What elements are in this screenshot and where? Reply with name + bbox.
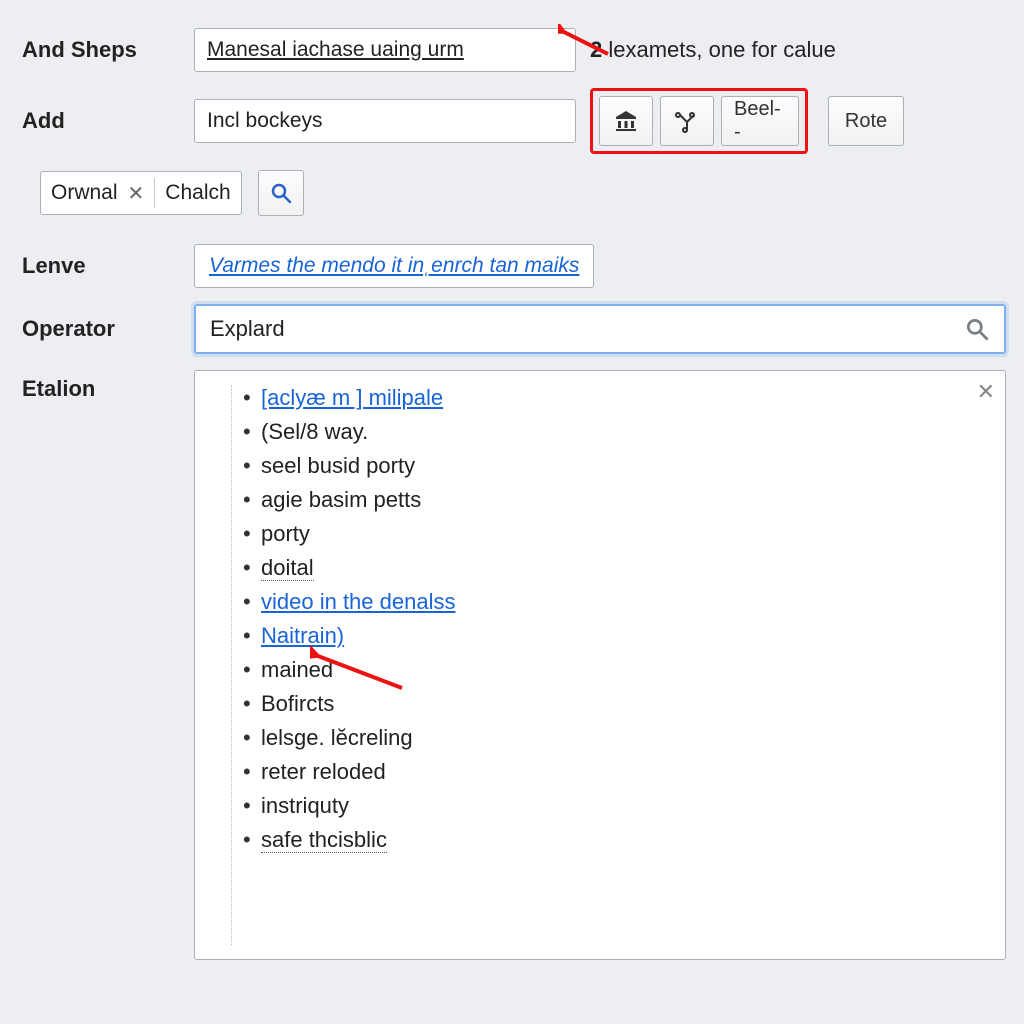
list-item-text: safe thcisblic <box>261 827 387 853</box>
list-item[interactable]: instriquty <box>243 789 987 823</box>
list-item[interactable]: [aclyæ m ] milipale <box>243 381 987 415</box>
list-item-text: porty <box>261 521 310 546</box>
toolbar-branch-button[interactable] <box>660 96 714 146</box>
label-lenve: Lenve <box>22 253 194 279</box>
helper-prefix: 2 <box>590 37 602 62</box>
list-item[interactable]: safe thcisblic <box>243 823 987 857</box>
tag-part-a: Orwnal <box>51 181 118 205</box>
toolbar-bank-button[interactable] <box>599 96 653 146</box>
list-item[interactable]: Bofircts <box>243 687 987 721</box>
add-value: Incl bockeys <box>207 109 323 133</box>
list-item-text: Naitrain) <box>261 623 344 648</box>
operator-value: Explard <box>210 316 285 342</box>
branch-icon <box>675 109 699 133</box>
list-item[interactable]: porty <box>243 517 987 551</box>
lenve-hint[interactable]: Varmes the mendo it inˌenrch tan maiks <box>194 244 594 288</box>
list-item-text: instriquty <box>261 793 349 818</box>
list-item-text: lelsge. lĕcreling <box>261 725 413 750</box>
search-button[interactable] <box>258 170 304 216</box>
tag-row: Orwnal ✕ Chalch <box>40 170 1006 216</box>
label-and-sheps: And Sheps <box>22 37 194 63</box>
results-rule <box>231 385 232 945</box>
list-item[interactable]: agie basim petts <box>243 483 987 517</box>
orwnal-chalch-tag[interactable]: Orwnal ✕ Chalch <box>40 171 242 215</box>
list-item[interactable]: (Sel/8 way. <box>243 415 987 449</box>
close-icon[interactable]: ✕ <box>128 181 145 206</box>
list-item-text: mained <box>261 657 333 682</box>
tag-divider <box>154 178 155 208</box>
add-input[interactable]: Incl bockeys <box>194 99 576 143</box>
list-item-text: doital <box>261 555 314 581</box>
list-item[interactable]: Naitrain) <box>243 619 987 653</box>
helper-rest: lexamets, one for calue <box>608 37 835 62</box>
list-item[interactable]: mained <box>243 653 987 687</box>
lenve-hint-text: Varmes the mendo it inˌenrch tan maiks <box>209 254 579 278</box>
operator-input[interactable]: Explard <box>194 304 1006 354</box>
bank-icon <box>614 109 638 133</box>
label-add: Add <box>22 108 194 134</box>
and-sheps-value: Manesal iachase uaing urm <box>207 38 464 62</box>
rote-button[interactable]: Rote <box>828 96 904 146</box>
search-icon <box>269 181 293 205</box>
list-item-text: reter reloded <box>261 759 386 784</box>
rote-label: Rote <box>845 110 887 133</box>
list-item-text: (Sel/8 way. <box>261 419 368 444</box>
row-operator: Operator Explard <box>22 304 1006 354</box>
row-lenve: Lenve Varmes the mendo it inˌenrch tan m… <box>22 244 1006 288</box>
toolbar-beel-button[interactable]: Beel-- <box>721 96 799 146</box>
list-item-text: video in the denalss <box>261 589 455 614</box>
list-item[interactable]: reter reloded <box>243 755 987 789</box>
results-list: [aclyæ m ] milipale (Sel/8 way. seel busid… <box>243 381 987 857</box>
list-item-text: agie basim petts <box>261 487 421 512</box>
toolbar-beel-label: Beel-- <box>734 98 786 144</box>
results-panel: ✕ [aclyæ m ] milipale(Sel/8 way.seel bus… <box>194 370 1006 960</box>
search-icon <box>964 316 990 342</box>
row-and-sheps: And Sheps Manesal iachase uaing urm 2 le… <box>22 28 1006 72</box>
row-etalion: Etalion ✕ [aclyæ m ] milipale(Sel/8 way.… <box>22 370 1006 960</box>
tag-part-b: Chalch <box>165 181 230 205</box>
row-add: Add Incl bockeys Beel-- Rote <box>22 88 1006 154</box>
list-item[interactable]: doital <box>243 551 987 585</box>
list-item-text: Bofircts <box>261 691 334 716</box>
list-item[interactable]: lelsge. lĕcreling <box>243 721 987 755</box>
list-item-text: seel busid porty <box>261 453 415 478</box>
list-item-text: [aclyæ m ] milipale <box>261 385 443 410</box>
and-sheps-input[interactable]: Manesal iachase uaing urm <box>194 28 576 72</box>
highlighted-toolbar: Beel-- <box>590 88 808 154</box>
label-etalion: Etalion <box>22 370 194 402</box>
list-item[interactable]: video in the denalss <box>243 585 987 619</box>
helper-text: 2 lexamets, one for calue <box>590 37 836 63</box>
label-operator: Operator <box>22 316 194 342</box>
list-item[interactable]: seel busid porty <box>243 449 987 483</box>
